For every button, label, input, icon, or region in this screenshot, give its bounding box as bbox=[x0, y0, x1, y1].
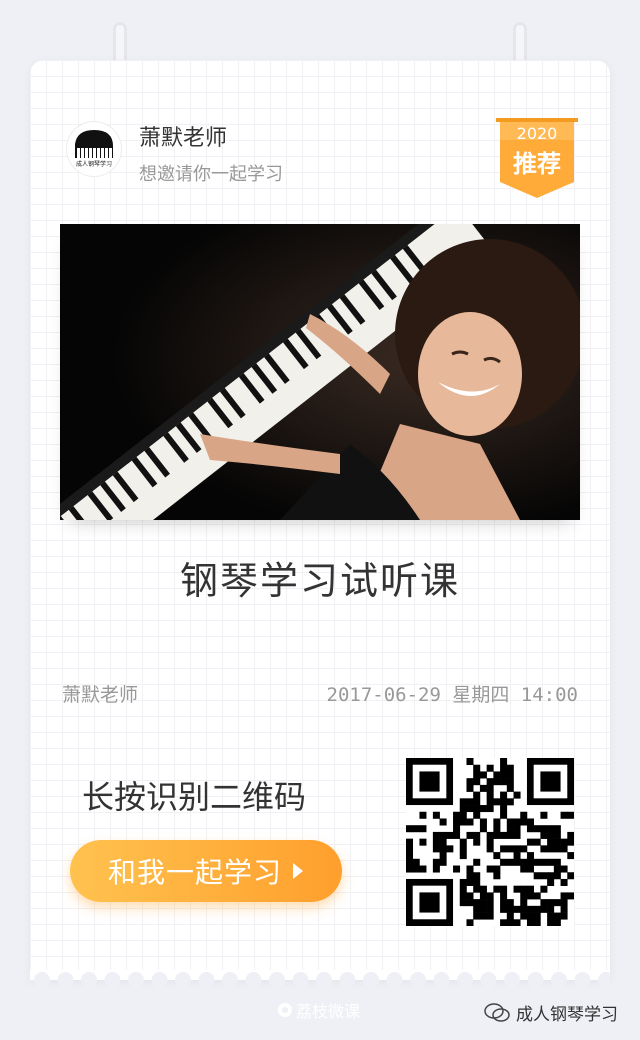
avatar: 成人钢琴学习 bbox=[66, 121, 122, 177]
wechat-icon bbox=[484, 1002, 510, 1022]
brand-logo-icon bbox=[278, 1003, 292, 1017]
join-study-button-label: 和我一起学习 bbox=[107, 856, 282, 889]
course-photo bbox=[60, 224, 580, 520]
badge-year: 2020 bbox=[516, 124, 558, 143]
meta-datetime: 2017-06-29 星期四 14:00 bbox=[326, 684, 578, 706]
svg-text:成人钢琴学习: 成人钢琴学习 bbox=[76, 160, 112, 168]
course-title: 钢琴学习试听课 bbox=[179, 559, 460, 603]
footer-brand: 荔枝微课 bbox=[278, 998, 360, 1022]
footer-account[interactable]: 成人钢琴学习 bbox=[484, 1000, 618, 1025]
piano-logo-icon: 成人钢琴学习 bbox=[75, 130, 113, 168]
qr-code[interactable] bbox=[406, 758, 575, 927]
qr-hint-text: 长按识别二维码 bbox=[82, 778, 307, 816]
invite-text: 想邀请你一起学习 bbox=[139, 164, 283, 185]
badge-label: 推荐 bbox=[513, 150, 561, 178]
teacher-name: 萧默老师 bbox=[139, 126, 228, 151]
ticket-scallop-edge bbox=[30, 970, 610, 990]
footer-brand-label: 荔枝微课 bbox=[296, 1002, 361, 1021]
play-arrow-icon bbox=[293, 863, 303, 879]
pianist-photo-image bbox=[60, 224, 580, 520]
join-study-button[interactable]: 和我一起学习 bbox=[70, 840, 342, 902]
qr-code-icon bbox=[406, 758, 575, 927]
meta-teacher-name: 萧默老师 bbox=[62, 684, 139, 706]
footer-account-label: 成人钢琴学习 bbox=[516, 1005, 618, 1025]
recommend-badge: 2020 推荐 bbox=[496, 118, 578, 200]
